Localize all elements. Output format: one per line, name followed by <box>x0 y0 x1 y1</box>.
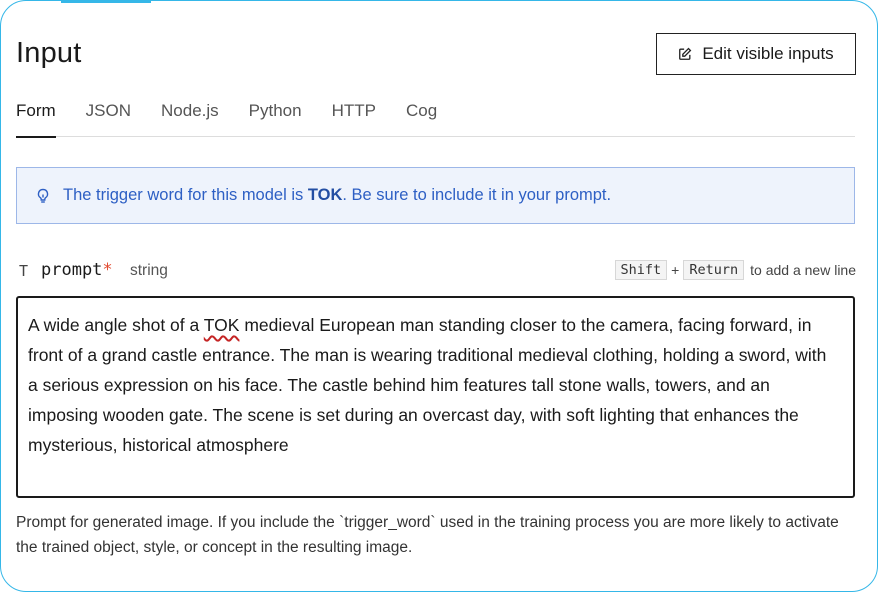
prompt-field-header: T prompt* string Shift + Return to add a… <box>16 259 856 285</box>
trigger-word-notice: The trigger word for this model is TOK. … <box>16 167 855 224</box>
tab-python[interactable]: Python <box>249 97 302 137</box>
shift-key: Shift <box>614 260 668 280</box>
edit-visible-inputs-button[interactable]: Edit visible inputs <box>656 33 856 75</box>
panel-header: Input Edit visible inputs <box>16 33 856 77</box>
hint-plus: + <box>671 262 680 278</box>
input-panel: Input Edit visible inputs Form JSON Node… <box>0 0 878 592</box>
required-marker: * <box>102 260 113 280</box>
tab-cog[interactable]: Cog <box>406 97 437 137</box>
prompt-text-start: A wide angle shot of a <box>28 315 204 335</box>
misspelled-trigger-word: TOK <box>203 315 240 335</box>
tab-bar: Form JSON Node.js Python HTTP Cog <box>16 97 855 138</box>
field-description: Prompt for generated image. If you inclu… <box>16 514 839 556</box>
notice-text: The trigger word for this model is TOK. … <box>63 186 611 205</box>
return-key: Return <box>683 260 745 280</box>
lightbulb-icon <box>37 188 49 203</box>
field-label: prompt* <box>41 260 113 280</box>
text-type-icon: T <box>19 262 29 280</box>
tab-json[interactable]: JSON <box>86 97 131 137</box>
field-name: prompt <box>41 260 103 280</box>
pencil-square-icon <box>679 47 692 60</box>
newline-hint: Shift + Return to add a new line <box>614 260 856 280</box>
notice-suffix: . Be sure to include it in your prompt. <box>342 186 612 204</box>
edit-button-label: Edit visible inputs <box>702 44 834 63</box>
field-type: string <box>130 262 168 279</box>
tab-nodejs[interactable]: Node.js <box>161 97 219 137</box>
prompt-textarea[interactable]: A wide angle shot of a TOK medieval Euro… <box>16 296 855 498</box>
notice-trigger-word: TOK <box>307 186 343 204</box>
notice-prefix: The trigger word for this model is <box>63 186 308 204</box>
page-title: Input <box>16 37 82 69</box>
hint-text: to add a new line <box>750 262 856 278</box>
tab-http[interactable]: HTTP <box>332 97 376 137</box>
top-accent <box>61 1 151 3</box>
prompt-text-rest: medieval European man standing closer to… <box>28 315 827 455</box>
tab-form[interactable]: Form <box>16 97 56 138</box>
